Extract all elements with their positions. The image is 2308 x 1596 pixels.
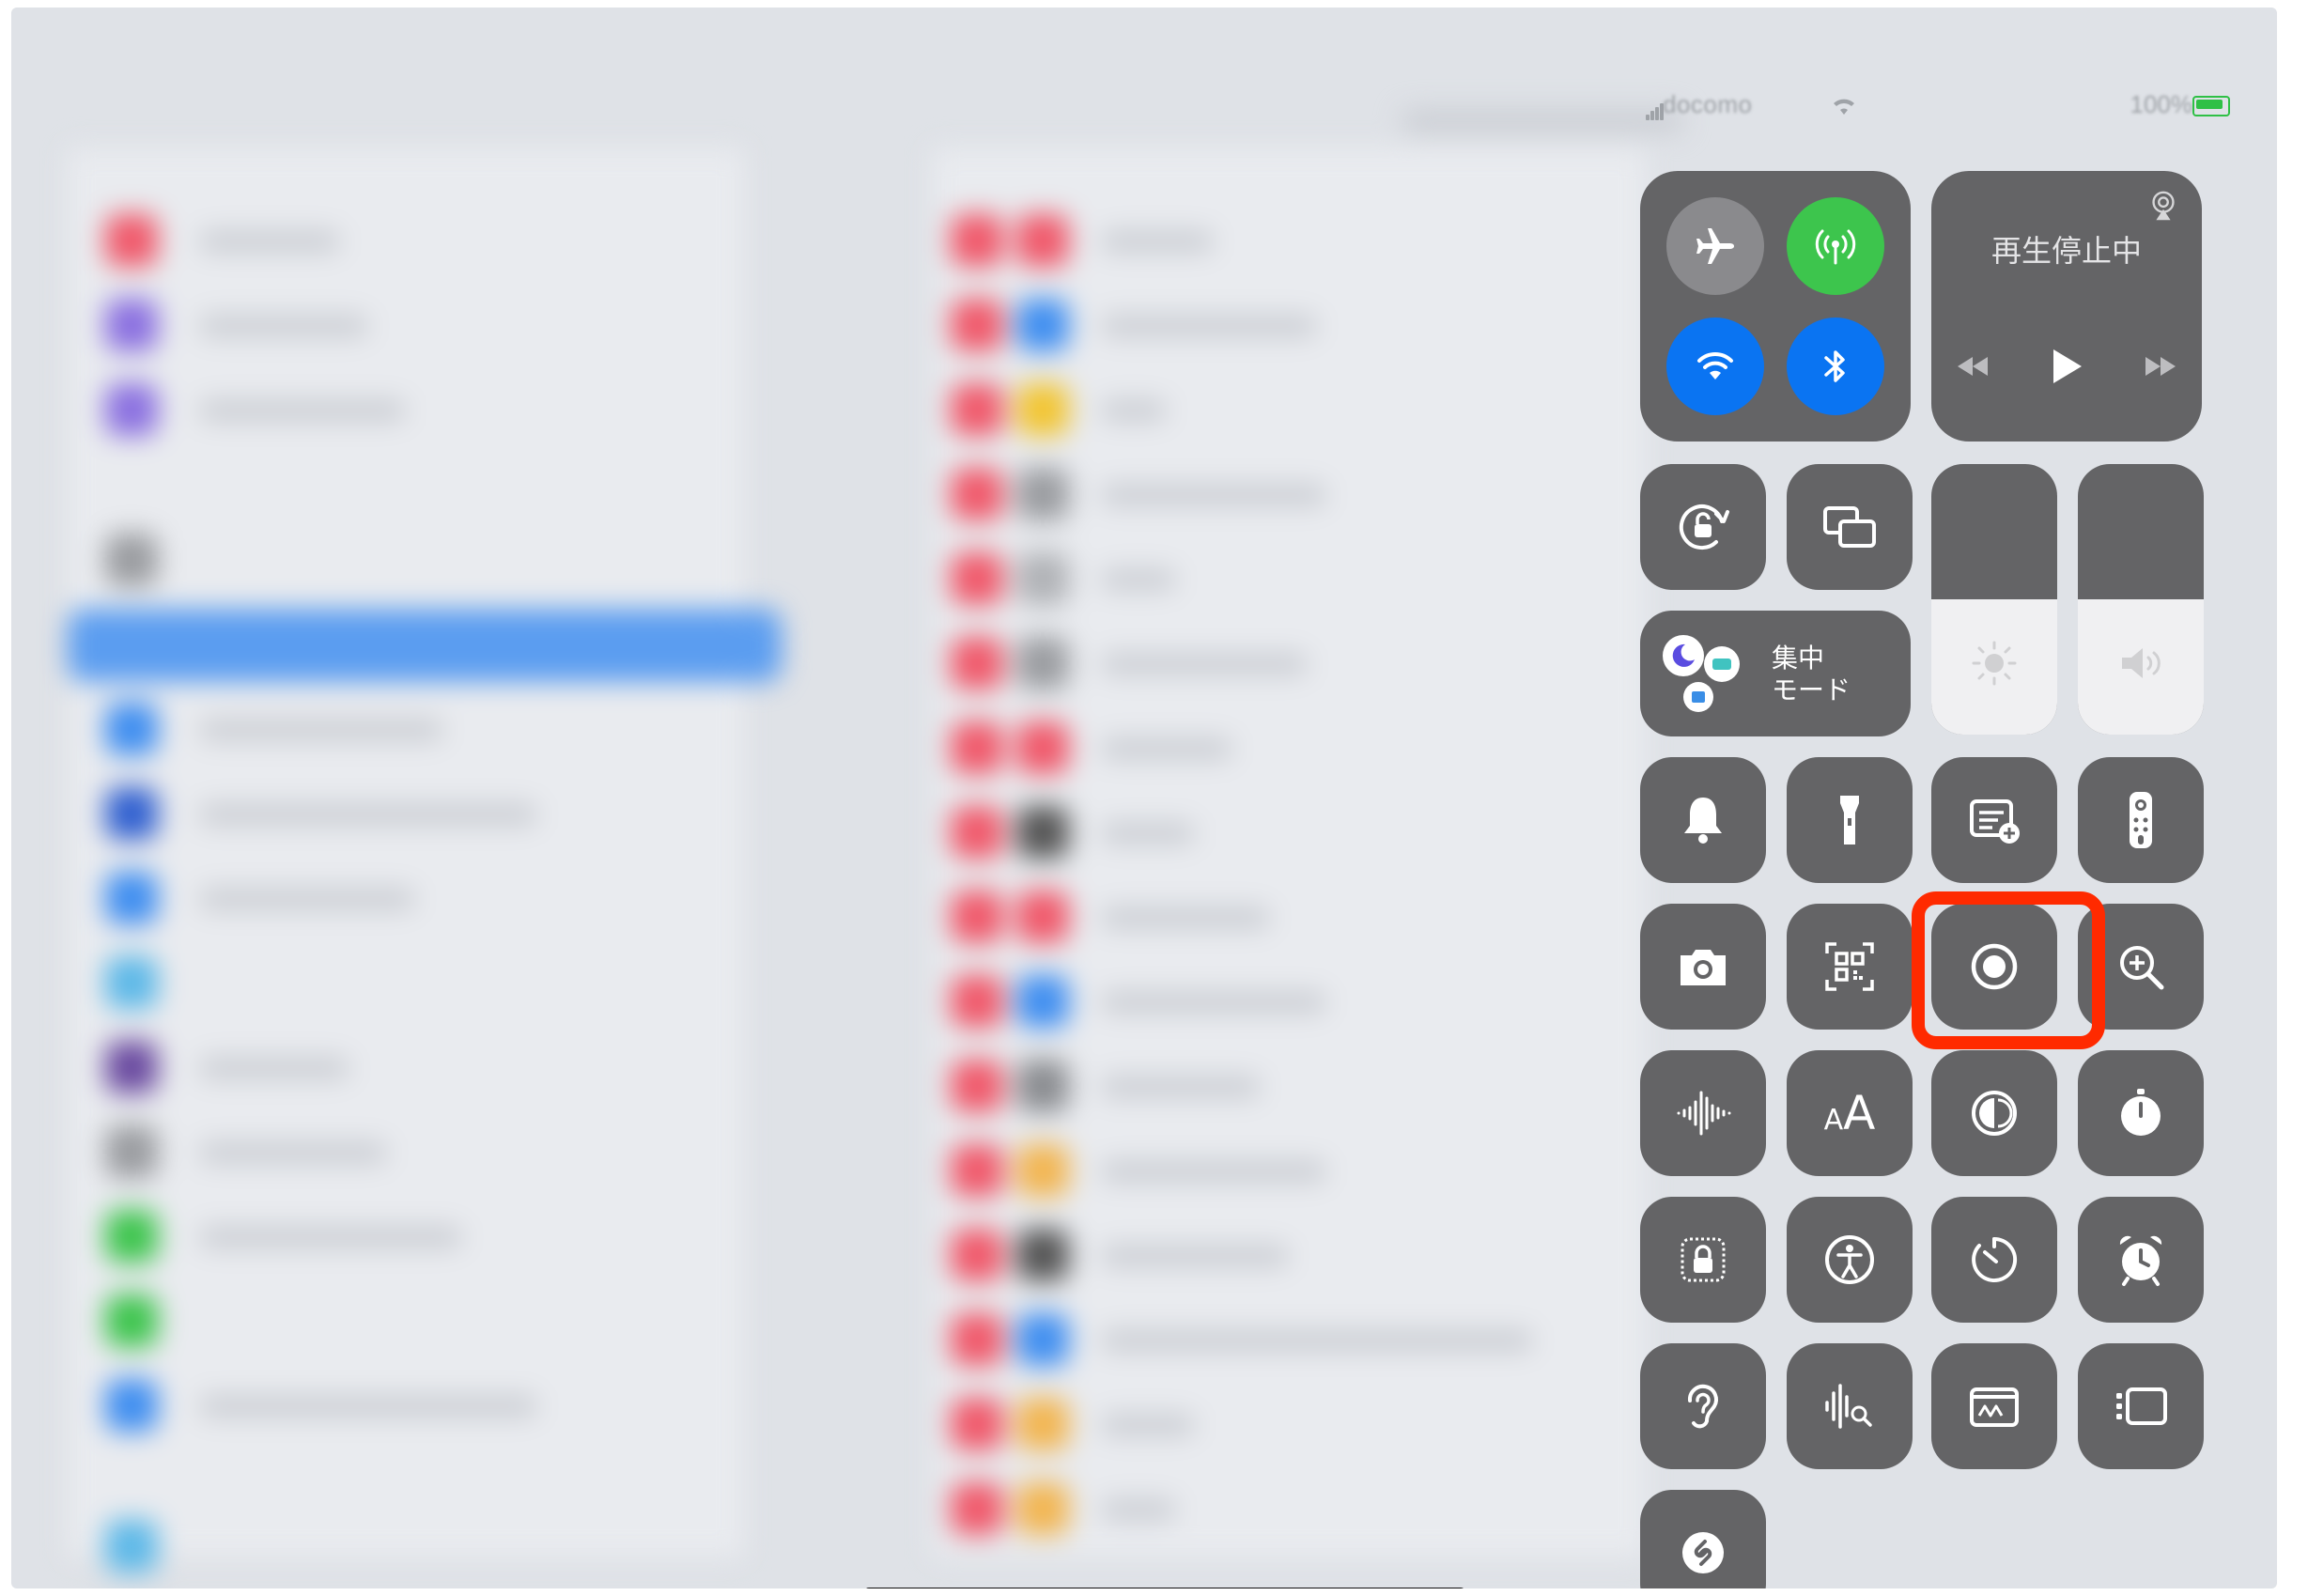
focus-label-line1: 集中 xyxy=(1772,643,1825,674)
apple-tv-remote-button[interactable] xyxy=(2078,757,2204,883)
airplane-icon xyxy=(1696,228,1734,264)
speaker-icon xyxy=(2122,648,2161,678)
stopwatch-button[interactable] xyxy=(2078,1050,2204,1176)
shazam-button[interactable] xyxy=(1640,1490,1766,1588)
focus-label-line2: モード xyxy=(1772,674,1851,705)
wifi-status-icon xyxy=(1834,99,1854,115)
orientation-lock-icon xyxy=(1679,504,1729,550)
sun-icon xyxy=(1972,641,2017,686)
orientation-lock-button[interactable] xyxy=(1640,464,1766,590)
cellular-data-button[interactable] xyxy=(1787,197,1884,295)
bluetooth-icon xyxy=(1824,350,1845,382)
screen-mirroring-button[interactable] xyxy=(1787,464,1913,590)
hearing-button[interactable] xyxy=(1640,1343,1766,1469)
waveform-icon xyxy=(1677,1091,1731,1136)
stopwatch-icon xyxy=(2121,1089,2161,1136)
silent-mode-button[interactable] xyxy=(1640,757,1766,883)
carrier-label: docomo xyxy=(1663,90,1753,118)
ear-icon xyxy=(1687,1384,1718,1429)
qr-code-icon xyxy=(1825,942,1874,991)
wifi-icon xyxy=(1697,351,1733,380)
bell-icon xyxy=(1684,798,1722,844)
sleep-icon xyxy=(1704,646,1740,682)
rewind-icon[interactable] xyxy=(1954,355,1991,378)
accessibility-shortcut-button[interactable] xyxy=(1787,1197,1913,1323)
timer-button[interactable] xyxy=(1931,1197,2057,1323)
cellular-signal-icon xyxy=(1646,103,1664,120)
quick-note-icon xyxy=(1970,799,2020,844)
guided-access-button[interactable] xyxy=(1640,1197,1766,1323)
stage-manager-icon xyxy=(2116,1387,2167,1425)
text-size-button[interactable]: AA AA xyxy=(1787,1050,1913,1176)
volume-slider[interactable] xyxy=(2078,464,2204,735)
connectivity-module xyxy=(1640,171,1911,442)
ipad-screen: docomo 100% 再生停止中 集中 モード AA xyxy=(11,8,2277,1588)
camera-icon xyxy=(1681,950,1726,985)
magnifier-icon xyxy=(2120,946,2164,990)
stage-manager-button[interactable] xyxy=(2078,1343,2204,1469)
highlight-box xyxy=(1912,891,2105,1049)
work-icon xyxy=(1683,682,1713,712)
airplane-mode-button[interactable] xyxy=(1666,197,1764,295)
quick-note-button[interactable] xyxy=(1931,757,2057,883)
cellular-antenna-icon xyxy=(1815,229,1856,265)
fast-forward-icon[interactable] xyxy=(2142,355,2179,378)
voice-memo-button[interactable] xyxy=(1640,1050,1766,1176)
play-icon[interactable] xyxy=(2048,348,2085,385)
shazam-icon xyxy=(1682,1532,1724,1573)
battery-icon xyxy=(2192,96,2230,116)
now-playing-status: 再生停止中 xyxy=(1990,233,2142,269)
focus-label: 集中 モード xyxy=(1772,643,1851,706)
dark-mode-icon xyxy=(1972,1091,2017,1136)
alarm-button[interactable] xyxy=(2078,1197,2204,1323)
flashlight-icon xyxy=(1840,796,1859,844)
flashlight-button[interactable] xyxy=(1787,757,1913,883)
dark-mode-button[interactable] xyxy=(1931,1050,2057,1176)
status-bar: docomo 100% xyxy=(1646,90,2230,128)
remote-icon xyxy=(2130,792,2152,848)
now-playing-module[interactable]: 再生停止中 xyxy=(1931,171,2202,442)
focus-icons xyxy=(1663,631,1740,716)
moon-icon xyxy=(1663,635,1704,676)
camera-button[interactable] xyxy=(1640,904,1766,1030)
sound-recognition-button[interactable] xyxy=(1787,1343,1913,1469)
timer-icon xyxy=(1972,1236,2018,1282)
focus-button[interactable]: 集中 モード xyxy=(1640,611,1911,736)
wifi-button[interactable] xyxy=(1666,318,1764,415)
battery-percent: 100% xyxy=(2130,90,2193,118)
airplay-icon[interactable] xyxy=(2145,188,2181,224)
markup-icon xyxy=(1970,1387,2019,1427)
notes-markup-button[interactable] xyxy=(1931,1343,2057,1469)
code-scanner-button[interactable] xyxy=(1787,904,1913,1030)
brightness-slider[interactable] xyxy=(1931,464,2057,735)
guided-access-icon xyxy=(1681,1237,1726,1282)
sound-recognition-icon xyxy=(1825,1384,1872,1429)
text-size-glyph: AA xyxy=(1823,1086,1876,1140)
screen-mirroring-icon xyxy=(1823,506,1876,548)
bluetooth-button[interactable] xyxy=(1787,318,1884,415)
alarm-clock-icon xyxy=(2119,1235,2162,1286)
accessibility-icon xyxy=(1825,1235,1874,1284)
